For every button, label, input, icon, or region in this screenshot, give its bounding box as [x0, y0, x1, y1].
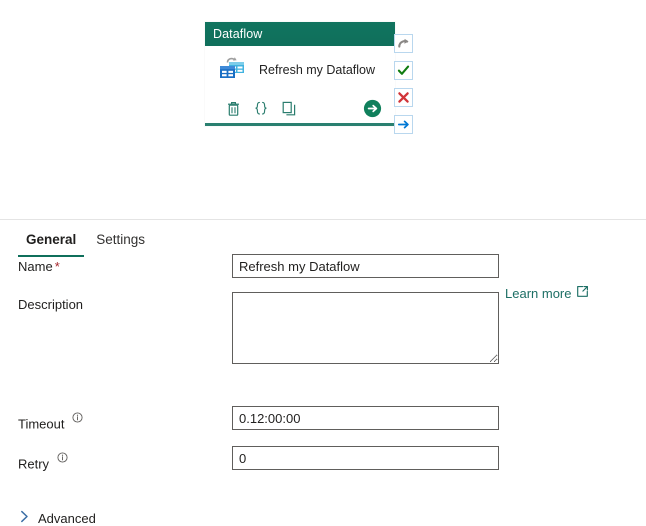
completion-icon[interactable]	[394, 115, 413, 134]
delete-icon[interactable]	[219, 96, 247, 120]
dataflow-activity-card[interactable]: Dataflow Refresh my Dataflow	[205, 22, 395, 126]
tab-general-label: General	[26, 232, 77, 247]
info-icon[interactable]	[57, 451, 68, 466]
failure-icon[interactable]	[394, 88, 413, 107]
description-label: Description	[18, 297, 84, 312]
chevron-right-icon	[20, 510, 29, 526]
activity-card-body: Refresh my Dataflow	[205, 46, 395, 93]
timeout-control	[232, 406, 499, 430]
retry-control	[232, 446, 499, 470]
activity-card-header: Dataflow	[205, 22, 395, 46]
learn-more-label: Learn more	[505, 285, 572, 301]
timeout-label-text: Timeout	[18, 416, 65, 432]
success-icon[interactable]	[394, 61, 413, 80]
activity-card-header-title: Dataflow	[213, 27, 263, 41]
advanced-section-toggle[interactable]: Advanced	[20, 510, 96, 526]
dataflow-icon	[217, 56, 247, 84]
properties-panel: General Settings Name* Description Timeo	[0, 220, 646, 526]
general-tab-form: Name* Description Timeout	[0, 254, 646, 526]
field-row-retry: Retry	[0, 446, 499, 471]
activity-name-label: Refresh my Dataflow	[259, 62, 376, 77]
timeout-label: Timeout	[18, 406, 232, 431]
field-row-description: Description	[0, 292, 499, 364]
tab-settings[interactable]: Settings	[86, 220, 155, 257]
activity-status-rail	[394, 34, 413, 134]
advanced-label: Advanced	[38, 510, 96, 526]
panel-tab-bar: General Settings	[0, 220, 646, 257]
name-input[interactable]	[232, 254, 499, 278]
name-control	[232, 254, 499, 278]
field-row-name: Name *	[0, 254, 499, 278]
retry-label-text: Retry	[18, 456, 50, 472]
skipped-icon[interactable]	[394, 34, 413, 53]
timeout-input[interactable]	[232, 406, 499, 430]
retry-label: Retry	[18, 446, 232, 471]
learn-more-link[interactable]: Learn more	[505, 285, 589, 301]
info-icon[interactable]	[72, 411, 83, 426]
description-textarea[interactable]	[232, 292, 499, 364]
activity-card-toolbar	[205, 93, 395, 123]
external-link-icon	[576, 285, 589, 301]
required-asterisk: *	[54, 259, 60, 274]
tab-general[interactable]: General	[16, 220, 86, 257]
pipeline-canvas[interactable]: Dataflow Refresh my Dataflow	[0, 0, 646, 220]
tab-settings-label: Settings	[96, 232, 146, 247]
name-label: Name *	[18, 254, 232, 274]
field-row-timeout: Timeout	[0, 406, 499, 431]
green-arrow-run-icon[interactable]	[361, 97, 383, 119]
duplicate-icon[interactable]	[275, 96, 303, 120]
description-control	[232, 292, 499, 364]
retry-input[interactable]	[232, 446, 499, 470]
name-label-text: Name	[18, 259, 53, 274]
code-icon[interactable]	[247, 96, 275, 120]
